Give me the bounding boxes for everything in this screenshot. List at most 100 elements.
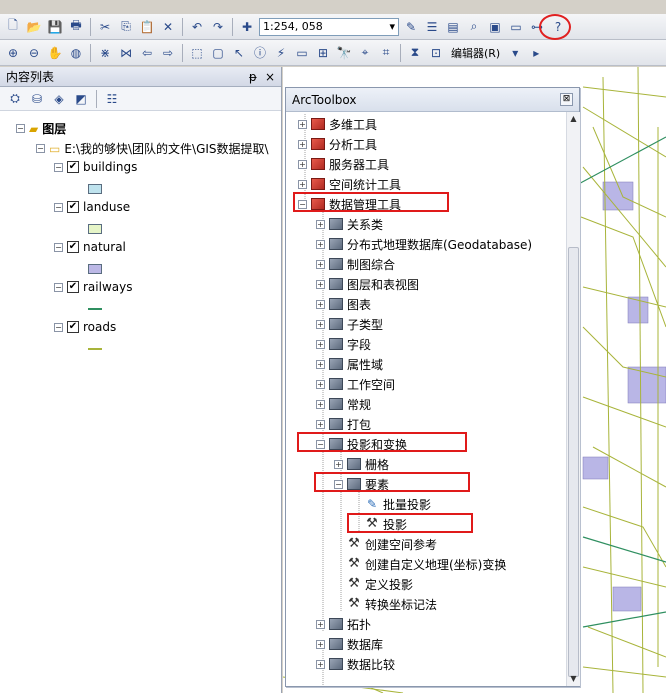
open-folder-icon[interactable]: 📂 xyxy=(25,18,43,36)
expand-icon[interactable]: + xyxy=(316,419,325,429)
identify-icon[interactable]: ⓘ xyxy=(251,44,269,62)
collapse-icon[interactable]: − xyxy=(54,282,63,292)
cut-icon[interactable]: ✂ xyxy=(96,18,114,36)
expand-icon[interactable]: + xyxy=(316,619,325,629)
tree-toolset[interactable]: + 图表 xyxy=(316,294,371,314)
toc-root-layers[interactable]: − ▰ 图层 xyxy=(16,120,66,137)
expand-icon[interactable]: + xyxy=(316,239,325,249)
expand-icon[interactable]: + xyxy=(298,159,307,169)
back-icon[interactable]: ⇦ xyxy=(138,44,156,62)
tree-toolbox[interactable]: + 多维工具 xyxy=(298,114,377,134)
fixed-zoom-in-icon[interactable]: ⋇ xyxy=(96,44,114,62)
time-slider-icon[interactable]: ⧗ xyxy=(406,44,424,62)
print-icon[interactable]: 🖶 xyxy=(67,18,85,36)
collapse-icon[interactable]: − xyxy=(54,322,63,332)
tree-toolbox[interactable]: + 分析工具 xyxy=(298,134,377,154)
expand-icon[interactable]: + xyxy=(316,399,325,409)
toc-layer-natural[interactable]: − ✔ natural xyxy=(54,240,126,254)
tree-toolbox[interactable]: + 空间统计工具 xyxy=(298,174,401,194)
arctoolbox-icon[interactable]: ▣ xyxy=(486,18,504,36)
close-icon[interactable]: ⊠ xyxy=(560,93,573,106)
find-route-icon[interactable]: ⌖ xyxy=(356,44,374,62)
layer-symbol-swatch[interactable] xyxy=(88,184,102,194)
tree-toolset[interactable]: + 关系类 xyxy=(316,214,383,234)
layer-symbol-swatch[interactable] xyxy=(88,224,102,234)
options-icon[interactable]: ☷ xyxy=(103,90,121,108)
tree-toolset[interactable]: + 图层和表视图 xyxy=(316,274,419,294)
undo-icon[interactable]: ↶ xyxy=(188,18,206,36)
toc-layer-roads[interactable]: − ✔ roads xyxy=(54,320,116,334)
python-window-icon[interactable]: ▭ xyxy=(507,18,525,36)
expand-icon[interactable]: + xyxy=(298,179,307,189)
expand-icon[interactable]: + xyxy=(316,639,325,649)
expand-icon[interactable]: + xyxy=(316,659,325,669)
toc-data-source-folder[interactable]: − ▭ E:\我的够快\团队的文件\GIS数据提取\ xyxy=(36,140,269,157)
expand-icon[interactable]: + xyxy=(316,299,325,309)
list-by-visibility-icon[interactable]: ◈ xyxy=(50,90,68,108)
html-popup-icon[interactable]: ▭ xyxy=(293,44,311,62)
expand-icon[interactable]: + xyxy=(316,279,325,289)
collapse-icon[interactable]: − xyxy=(36,144,45,153)
layer-symbol-swatch[interactable] xyxy=(88,348,102,350)
toc-layer-landuse[interactable]: − ✔ landuse xyxy=(54,200,130,214)
map-scale-dropdown[interactable]: 1:254, 058 ▾ xyxy=(259,17,399,36)
copy-icon[interactable]: ⎘ xyxy=(117,18,135,36)
pan-icon[interactable]: ✋ xyxy=(46,44,64,62)
tree-tool[interactable]: ⚒ 创建自定义地理(坐标)变换 xyxy=(334,554,506,574)
zoom-in-icon[interactable]: ⊕ xyxy=(4,44,22,62)
tree-toolset[interactable]: + 工作空间 xyxy=(316,374,395,394)
tree-toolset[interactable]: + 字段 xyxy=(316,334,371,354)
expand-icon[interactable]: + xyxy=(316,319,325,329)
fixed-zoom-out-icon[interactable]: ⋈ xyxy=(117,44,135,62)
measure-icon[interactable]: ⊞ xyxy=(314,44,332,62)
expand-icon[interactable]: + xyxy=(298,119,307,129)
create-viewer-icon[interactable]: ⊡ xyxy=(427,44,445,62)
expand-icon[interactable]: + xyxy=(298,139,307,149)
catalog-icon[interactable]: ▤ xyxy=(444,18,462,36)
tree-toolset[interactable]: + 分布式地理数据库(Geodatabase) xyxy=(316,234,532,254)
tree-toolbox[interactable]: + 服务器工具 xyxy=(298,154,389,174)
collapse-icon[interactable]: − xyxy=(54,242,63,252)
tree-toolset[interactable]: + 拓扑 xyxy=(316,614,371,634)
tree-tool[interactable]: ✎ 批量投影 xyxy=(352,494,431,514)
pin-icon[interactable]: ᵽ xyxy=(249,70,257,84)
zoom-out-icon[interactable]: ⊖ xyxy=(25,44,43,62)
layer-visibility-checkbox[interactable]: ✔ xyxy=(67,201,79,213)
collapse-icon[interactable]: − xyxy=(54,202,63,212)
hyperlink-icon[interactable]: ⚡ xyxy=(272,44,290,62)
expand-icon[interactable]: + xyxy=(316,379,325,389)
tree-toolset[interactable]: + 栅格 xyxy=(334,454,389,474)
tree-tool[interactable]: ⚒ 转换坐标记法 xyxy=(334,594,437,614)
tree-toolset[interactable]: + 制图综合 xyxy=(316,254,395,274)
editor-toolbar-icon[interactable]: ✎ xyxy=(402,18,420,36)
tree-toolset[interactable]: + 常规 xyxy=(316,394,371,414)
toc-layer-railways[interactable]: − ✔ railways xyxy=(54,280,132,294)
collapse-icon[interactable]: − xyxy=(16,124,25,133)
tree-toolset[interactable]: + 数据库 xyxy=(316,634,383,654)
list-by-drawing-order-icon[interactable]: ⛭ xyxy=(6,90,24,108)
scrollbar-thumb[interactable] xyxy=(568,247,579,677)
forward-icon[interactable]: ⇨ xyxy=(159,44,177,62)
list-by-source-icon[interactable]: ⛁ xyxy=(28,90,46,108)
go-to-xy-icon[interactable]: ⌗ xyxy=(377,44,395,62)
expand-icon[interactable]: + xyxy=(316,359,325,369)
expand-icon[interactable]: + xyxy=(316,339,325,349)
paste-icon[interactable]: 📋 xyxy=(138,18,156,36)
new-document-icon[interactable]: 🗋 xyxy=(4,18,22,36)
layer-symbol-swatch[interactable] xyxy=(88,264,102,274)
tree-toolset[interactable]: + 数据比较 xyxy=(316,654,395,674)
scroll-up-icon[interactable]: ▲ xyxy=(567,112,580,126)
editor-menu-button[interactable]: 编辑器(R) xyxy=(448,45,503,61)
expand-icon[interactable]: + xyxy=(316,219,325,229)
toc-layer-buildings[interactable]: − ✔ buildings xyxy=(54,160,137,174)
layer-visibility-checkbox[interactable]: ✔ xyxy=(67,161,79,173)
delete-icon[interactable]: ✕ xyxy=(159,18,177,36)
close-icon[interactable]: × xyxy=(265,70,275,84)
tree-toolset[interactable]: + 属性域 xyxy=(316,354,383,374)
redo-icon[interactable]: ↷ xyxy=(209,18,227,36)
tree-toolset[interactable]: + 打包 xyxy=(316,414,371,434)
expand-icon[interactable]: + xyxy=(334,459,343,469)
save-icon[interactable]: 💾 xyxy=(46,18,64,36)
collapse-icon[interactable]: − xyxy=(54,162,63,172)
clear-selection-icon[interactable]: ▢ xyxy=(209,44,227,62)
